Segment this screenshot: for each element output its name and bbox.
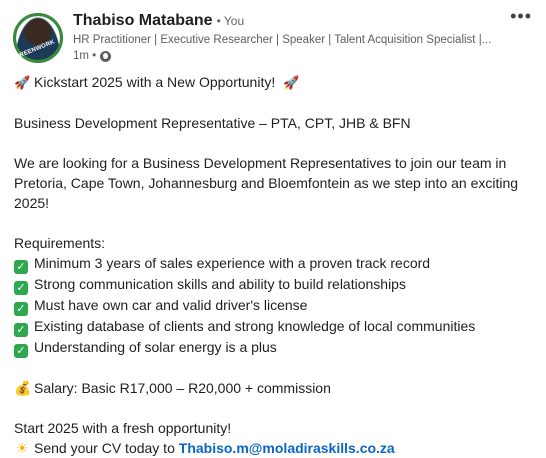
post-meta: 1m • — [73, 50, 112, 62]
requirement-item: ✓ Existing database of clients and strong… — [14, 316, 534, 337]
rocket-icon: 🚀 — [283, 75, 300, 90]
email-link[interactable]: Thabiso.m@moladiraskills.co.za — [179, 440, 395, 456]
check-mark-icon: ✓ — [14, 344, 28, 358]
check-mark-icon: ✓ — [14, 323, 28, 337]
money-bag-icon: 💰 — [14, 380, 32, 396]
cta-text: Send your CV today to — [34, 440, 175, 456]
salary-text: Salary: Basic R17,000 – R20,000 + commis… — [34, 380, 331, 396]
title-text: Kickstart 2025 with a New Opportunity! — [34, 74, 276, 90]
cta-line: ☀ Send your CV today to Thabiso.m@moladir… — [14, 438, 534, 458]
requirement-text: Existing database of clients and strong … — [34, 318, 476, 334]
check-mark-icon: ✓ — [14, 281, 28, 295]
author-headline: HR Practitioner | Executive Researcher |… — [73, 34, 492, 46]
requirement-item: ✓ Understanding of solar energy is a plus — [14, 337, 534, 358]
post-time: 1m • — [73, 50, 97, 62]
post-body: 🚀 Kickstart 2025 with a New Opportunity! … — [14, 72, 534, 458]
requirement-item: ✓ Must have own car and valid driver's li… — [14, 295, 534, 316]
check-mark-icon: ✓ — [14, 302, 28, 316]
check-mark-icon: ✓ — [14, 260, 28, 274]
more-options-icon[interactable]: ••• — [510, 6, 532, 27]
sun-icon: ☀ — [15, 440, 29, 456]
author-name[interactable]: Thabiso Matabane • You — [73, 12, 244, 30]
requirement-item: ✓ Minimum 3 years of sales experience wit… — [14, 253, 534, 274]
requirement-text: Understanding of solar energy is a plus — [34, 339, 277, 355]
requirement-text: Must have own car and valid driver's lic… — [34, 297, 308, 313]
closing-line: Start 2025 with a fresh opportunity! — [14, 420, 232, 436]
requirement-item: ✓ Strong communication skills and ability… — [14, 274, 534, 295]
role-line: Business Development Representative – PT… — [14, 115, 411, 131]
intro-paragraph: We are looking for a Business Developmen… — [14, 155, 519, 211]
requirement-text: Strong communication skills and ability … — [34, 276, 406, 292]
you-badge: • You — [216, 14, 245, 28]
rocket-icon: 🚀 — [14, 75, 31, 90]
title-line: 🚀 Kickstart 2025 with a New Opportunity! … — [14, 72, 534, 93]
author-name-text[interactable]: Thabiso Matabane — [73, 12, 213, 29]
requirement-text: Minimum 3 years of sales experience with… — [34, 255, 431, 271]
salary-line: 💰 Salary: Basic R17,000 – R20,000 + commi… — [14, 378, 534, 398]
post-card: GREENWORK Thabiso Matabane • You HR Pract… — [0, 0, 546, 458]
globe-icon — [100, 50, 112, 62]
requirements-heading: Requirements: — [14, 235, 106, 251]
